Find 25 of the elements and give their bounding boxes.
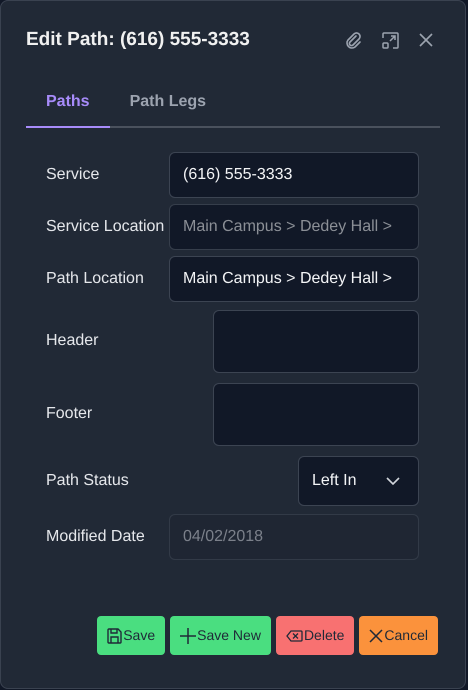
input-field[interactable]: (616) 555-3333 — [169, 152, 419, 198]
expand-icon[interactable] — [382, 32, 399, 49]
tab[interactable]: Paths — [26, 82, 110, 128]
backspace-icon — [286, 630, 303, 642]
input-field[interactable]: Main Campus > Dedey Hall > — [169, 256, 419, 302]
field-label: Path Location — [46, 268, 144, 289]
save-button[interactable]: Save — [97, 616, 166, 655]
field-label: Modified Date — [46, 526, 145, 547]
close-icon[interactable] — [419, 33, 433, 48]
field-label: Header — [46, 331, 98, 352]
field-label: Path Status — [46, 470, 129, 491]
tab[interactable]: Path Legs — [110, 82, 226, 128]
chevron-down-icon — [386, 476, 400, 485]
delete-button[interactable]: Delete — [276, 616, 354, 655]
plus-icon — [180, 628, 196, 644]
input-field[interactable]: Main Campus > Dedey Hall > — [169, 204, 419, 250]
close-icon — [369, 628, 384, 642]
field-label: Service Location — [46, 216, 164, 237]
cancel-button[interactable]: Cancel — [359, 616, 438, 655]
save-new-button[interactable]: Save New — [170, 616, 271, 655]
paperclip-icon[interactable] — [344, 31, 362, 50]
dialog-title: Edit Path: (616) 555-3333 — [26, 29, 251, 52]
field-label: Footer — [46, 404, 92, 424]
field-label: Service — [46, 164, 100, 185]
status-dropdown[interactable]: Left In — [298, 456, 419, 506]
